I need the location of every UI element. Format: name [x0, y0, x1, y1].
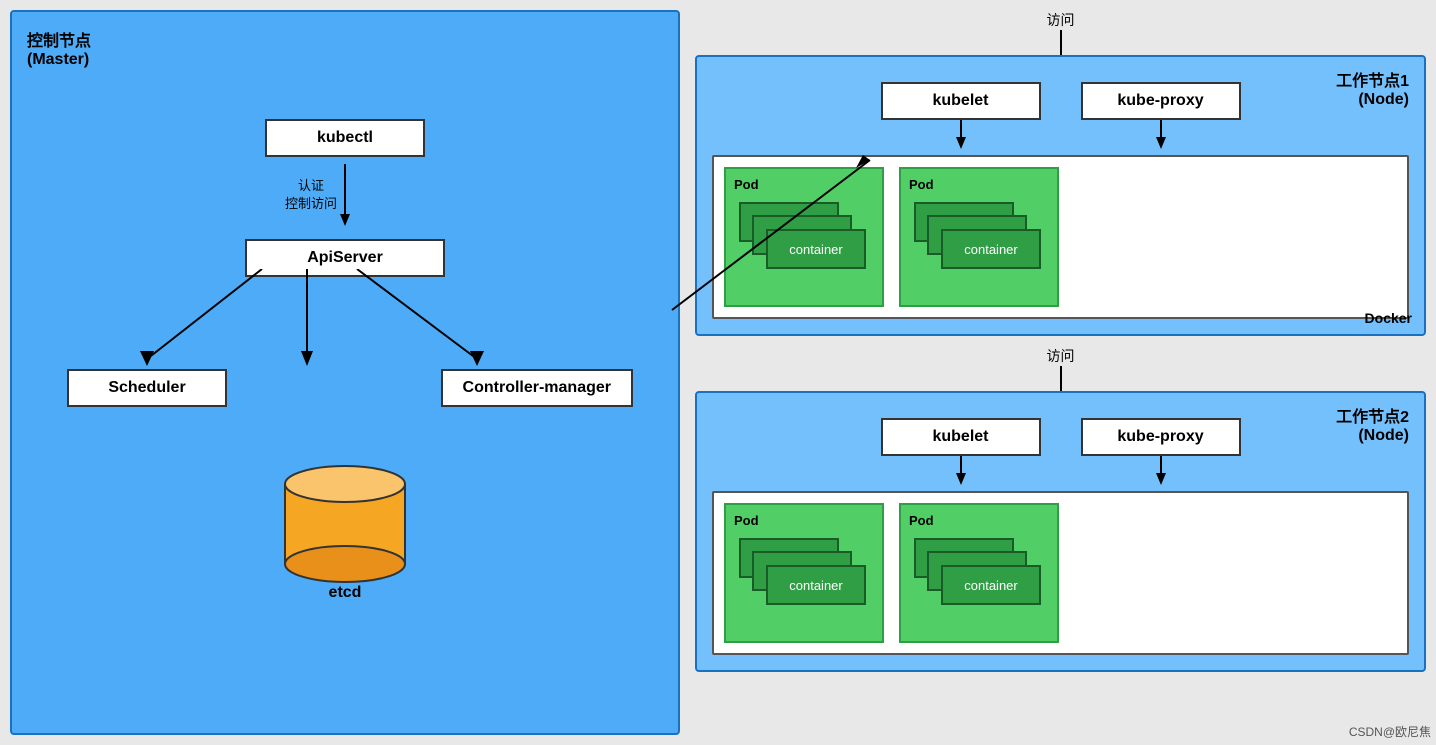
node2-pods-container: Pod container Pod: [712, 491, 1409, 655]
node2-pod2-container-front: container: [941, 565, 1041, 605]
apiserver-label: ApiServer: [307, 249, 383, 266]
controller-manager-label: Controller-manager: [463, 379, 611, 396]
controller-manager-box: Controller-manager: [441, 369, 633, 407]
node1-access-label: 访问: [1047, 10, 1075, 30]
node2-proxy-label: kube-proxy: [1117, 428, 1203, 445]
node1-proxy-label: kube-proxy: [1117, 92, 1203, 109]
auth-label: 认证 控制访问: [285, 177, 337, 213]
node1-pod2-label: Pod: [909, 177, 1049, 192]
node1-kubelet-label: kubelet: [932, 92, 988, 109]
docker-label: Docker: [1365, 310, 1412, 326]
node1-panel: 工作节点1 (Node) kubelet: [695, 55, 1426, 336]
node2-kubelet-area: kubelet: [881, 418, 1041, 486]
node1-proxy-area: kube-proxy: [1081, 82, 1241, 150]
node1-access-area: 访问: [695, 10, 1426, 55]
node1-pod1-label: Pod: [734, 177, 874, 192]
scheduler-label: Scheduler: [108, 379, 185, 396]
node1-wrapper: 访问 工作节点1 (Node) kubelet: [695, 10, 1426, 336]
node2-kubelet-label: kubelet: [932, 428, 988, 445]
node1-proxy-arrow: [1151, 120, 1171, 150]
node2-top-row: kubelet kube-proxy: [712, 418, 1409, 486]
node2-kubelet-arrow: [951, 456, 971, 486]
node2-proxy-area: kube-proxy: [1081, 418, 1241, 486]
node1-kubelet-area: kubelet: [881, 82, 1041, 150]
node1-pod2-stack: container: [909, 197, 1049, 297]
main-diagram: 控制节点 (Master) kubectl 认证 控制访问 ApiServer: [0, 0, 1436, 745]
node1-kubelet-arrow: [951, 120, 971, 150]
node2-pod1-container-label: container: [789, 578, 842, 593]
node2-kubelet-box: kubelet: [881, 418, 1041, 456]
node2-pod2-label: Pod: [909, 513, 1049, 528]
node2-pod2: Pod container: [899, 503, 1059, 643]
node1-pod1-container-front: container: [766, 229, 866, 269]
node2-proxy-box: kube-proxy: [1081, 418, 1241, 456]
node2-pod1-container-front: container: [766, 565, 866, 605]
node2-pod2-container-label: container: [964, 578, 1017, 593]
node1-pod1-container-label: container: [789, 242, 842, 257]
node1-title: 工作节点1 (Node): [1336, 67, 1409, 109]
node2-panel: 工作节点2 (Node) kubelet: [695, 391, 1426, 672]
node1-pod1-stack: container: [734, 197, 874, 297]
right-panels: 访问 工作节点1 (Node) kubelet: [695, 10, 1426, 735]
node2-access-arrow: [1060, 366, 1062, 391]
etcd-container: etcd: [280, 459, 410, 602]
node2-pod1-label: Pod: [734, 513, 874, 528]
node2-pod1: Pod container: [724, 503, 884, 643]
node1-pod2-container-front: container: [941, 229, 1041, 269]
node1-pod1: Pod container: [724, 167, 884, 307]
node1-pod2: Pod container: [899, 167, 1059, 307]
kubectl-box: kubectl: [265, 119, 425, 157]
node1-pod2-container-label: container: [964, 242, 1017, 257]
kubectl-label: kubectl: [317, 129, 373, 146]
node1-access-arrow: [1060, 30, 1062, 55]
node2-title: 工作节点2 (Node): [1336, 403, 1409, 445]
node2-access-label: 访问: [1047, 346, 1075, 366]
master-title: 控制节点 (Master): [27, 27, 663, 69]
node2-proxy-arrow: [1151, 456, 1171, 486]
etcd-cylinder: [280, 459, 410, 589]
node2-pod1-stack: container: [734, 533, 874, 633]
node1-top-row: kubelet kube-proxy: [712, 82, 1409, 150]
node1-kubelet-box: kubelet: [881, 82, 1041, 120]
master-panel: 控制节点 (Master) kubectl 认证 控制访问 ApiServer: [10, 10, 680, 735]
node2-pod2-stack: container: [909, 533, 1049, 633]
node2-wrapper: 访问 工作节点2 (Node) kubelet: [695, 346, 1426, 672]
node2-access-area: 访问: [695, 346, 1426, 391]
watermark: CSDN@欧尼焦: [1349, 723, 1431, 740]
kubectl-arrow: [335, 164, 355, 234]
scheduler-box: Scheduler: [67, 369, 227, 407]
node1-pods-container: Pod container Pod: [712, 155, 1409, 319]
node1-proxy-box: kube-proxy: [1081, 82, 1241, 120]
